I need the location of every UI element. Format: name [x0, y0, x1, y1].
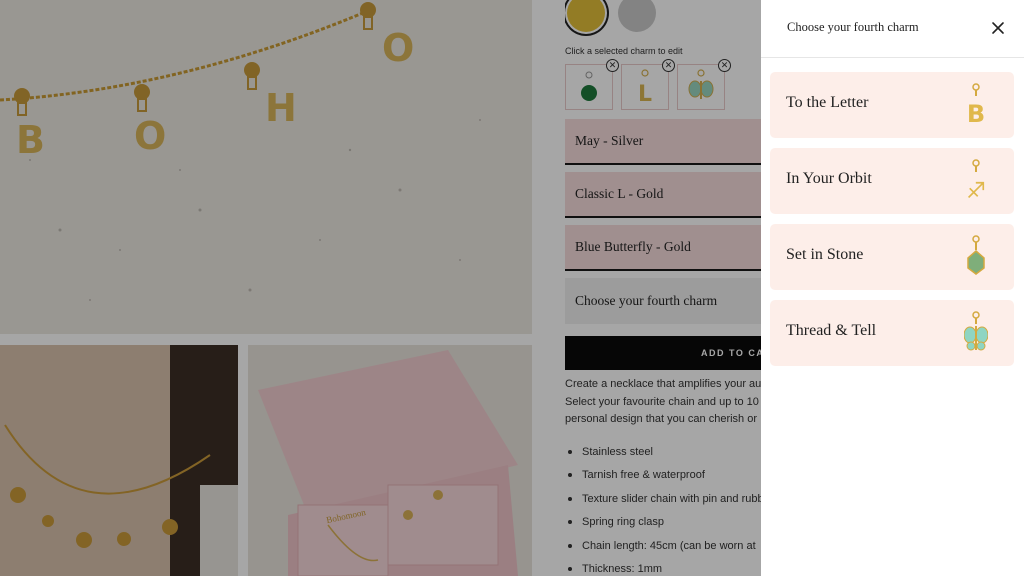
letter-b-glyph: B [967, 100, 985, 128]
zodiac-charm-icon: ♐ [966, 159, 986, 204]
option-to-the-letter[interactable]: To the Letter B [770, 72, 1014, 138]
drawer-title: Choose your fourth charm [787, 20, 919, 34]
drawer-header: Choose your fourth charm [761, 0, 1024, 58]
option-in-your-orbit[interactable]: In Your Orbit ♐ [770, 148, 1014, 214]
birthstone-charm-icon [967, 235, 985, 275]
option-label: In Your Orbit [786, 170, 872, 187]
option-set-in-stone[interactable]: Set in Stone [770, 224, 1014, 290]
close-icon[interactable] [990, 20, 1006, 36]
charm-category-drawer: Choose your fourth charm To the Letter B… [761, 0, 1024, 576]
letter-b-charm-icon: B [967, 83, 985, 128]
option-label: To the Letter [786, 94, 869, 111]
modal-backdrop[interactable] [0, 0, 761, 576]
zodiac-glyph: ♐ [966, 179, 986, 204]
butterfly-charm-icon [964, 311, 988, 351]
option-label: Set in Stone [786, 246, 864, 263]
option-label: Thread & Tell [786, 322, 877, 339]
option-thread-and-tell[interactable]: Thread & Tell [770, 300, 1014, 366]
